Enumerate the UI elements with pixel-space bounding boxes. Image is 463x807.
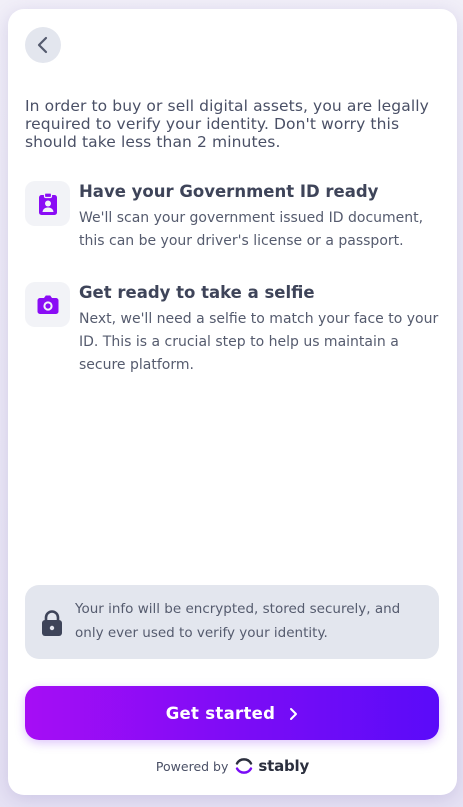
chevron-right-icon — [290, 708, 298, 720]
chevron-left-icon — [37, 36, 48, 54]
get-started-label: Get started — [165, 703, 276, 723]
lock-icon — [42, 610, 62, 636]
intro-text: In order to buy or sell digital assets, … — [25, 97, 429, 151]
camera-icon — [25, 282, 70, 327]
id-badge-icon — [25, 181, 70, 226]
powered-by-footer: Powered by stably — [8, 757, 457, 775]
back-button[interactable] — [25, 27, 61, 63]
powered-by-text: Powered by — [155, 758, 229, 774]
privacy-notice-text: Your info will be encrypted, stored secu… — [75, 601, 401, 641]
step-description: We'll scan your government issued ID doc… — [79, 210, 424, 249]
stably-logo-icon — [236, 758, 253, 774]
step-title: Get ready to take a selfie — [79, 283, 315, 302]
brand-name: stably — [258, 757, 310, 775]
get-started-button[interactable]: Get started — [25, 686, 439, 740]
verification-card: In order to buy or sell digital assets, … — [8, 9, 457, 795]
step-description: Next, we'll need a selfie to match your … — [79, 311, 439, 373]
privacy-notice: Your info will be encrypted, stored secu… — [25, 585, 439, 659]
step-title: Have your Government ID ready — [79, 182, 379, 201]
